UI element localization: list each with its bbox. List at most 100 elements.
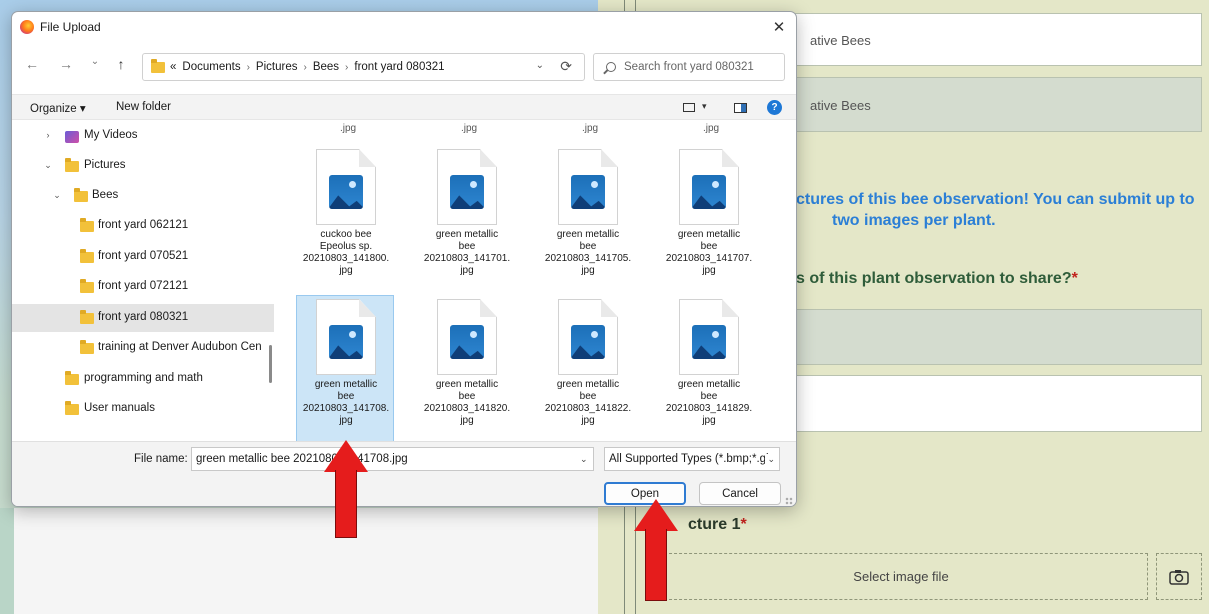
recent-locations-icon[interactable]: ⌄ bbox=[85, 56, 105, 67]
file-name-line: 20210803_141701. bbox=[423, 253, 511, 264]
page-fold-icon bbox=[359, 299, 376, 317]
breadcrumb-bees[interactable]: Bees bbox=[313, 61, 339, 73]
resize-grip-icon[interactable] bbox=[785, 497, 793, 505]
select-image-dropzone[interactable]: Select image file bbox=[654, 553, 1148, 600]
folder-icon bbox=[80, 310, 94, 324]
sidebar-item-training-at-denver-audubon-cen[interactable]: training at Denver Audubon Cen bbox=[12, 334, 274, 362]
folder-icon bbox=[80, 340, 94, 354]
address-row: ← → ⌄ ↑ « Documents › Pictures › Bees › … bbox=[12, 50, 796, 82]
chevron-down-icon[interactable]: ▾ bbox=[702, 101, 707, 112]
page-fold-icon bbox=[359, 149, 376, 167]
sidebar-item-label: front yard 070521 bbox=[98, 250, 189, 262]
file-item[interactable]: green metallic bee 20210803_141820. jpg bbox=[417, 295, 515, 441]
sidebar-item-pictures[interactable]: ⌄ Pictures bbox=[12, 152, 274, 180]
file-item[interactable]: green metallic bee 20210803_141829. jpg bbox=[659, 295, 757, 441]
file-name-input[interactable]: green metallic bee 20210803_141708.jpg bbox=[191, 447, 594, 471]
file-item[interactable]: green metallic bee 20210803_141701. jpg bbox=[417, 145, 515, 295]
search-input[interactable]: Search front yard 080321 bbox=[593, 53, 785, 81]
landscape-picture-icon bbox=[571, 175, 605, 209]
sidebar-item-label: front yard 080321 bbox=[98, 311, 189, 323]
sidebar-item-programming-and-math[interactable]: programming and math bbox=[12, 365, 274, 393]
organize-button[interactable]: Organize ▾ bbox=[30, 101, 86, 115]
picture-label: cture 1* bbox=[688, 516, 747, 534]
plant-field-2[interactable] bbox=[794, 375, 1202, 432]
dialog-titlebar[interactable]: File Upload ✕ bbox=[12, 12, 796, 42]
file-name-line: bee bbox=[700, 391, 718, 402]
sidebar-item-front-yard-062121[interactable]: front yard 062121 bbox=[12, 212, 274, 240]
view-options-icon[interactable] bbox=[683, 103, 695, 112]
landscape-picture-icon bbox=[329, 325, 363, 359]
nav-pane-scrollbar[interactable] bbox=[269, 345, 272, 383]
folder-icon bbox=[65, 401, 79, 415]
arrow-shaft bbox=[335, 470, 357, 538]
address-bar[interactable]: « Documents › Pictures › Bees › front ya… bbox=[142, 53, 585, 81]
up-arrow-icon[interactable]: ↑ bbox=[111, 56, 131, 72]
new-folder-button[interactable]: New folder bbox=[116, 101, 171, 113]
breadcrumb-documents[interactable]: Documents bbox=[182, 61, 240, 73]
file-list-pane: .jpg .jpg .jpg .jpg cuckoo bee Epeolus sp… bbox=[280, 123, 796, 441]
close-icon: ✕ bbox=[772, 19, 786, 36]
help-icon[interactable]: ? bbox=[767, 100, 782, 115]
file-name: green metallic bee 20210803_141705. jpg bbox=[539, 229, 637, 277]
sidebar-item-user-manuals[interactable]: User manuals bbox=[12, 395, 274, 423]
file-name-line: bee bbox=[458, 241, 476, 252]
plant-field-1[interactable] bbox=[794, 309, 1202, 365]
open-button-label: Open bbox=[630, 487, 660, 500]
file-item[interactable]: cuckoo bee Epeolus sp. 20210803_141800. jpg bbox=[296, 145, 394, 295]
file-type-value: All Supported Types (*.bmp;*.gi bbox=[609, 453, 769, 465]
file-item[interactable]: green metallic bee 20210803_141705. jpg bbox=[538, 145, 636, 295]
arrow-head bbox=[634, 499, 678, 531]
file-name-line: jpg bbox=[581, 265, 595, 276]
bee-field-1[interactable]: ative Bees bbox=[794, 13, 1202, 66]
file-label-fragment: .jpg bbox=[582, 123, 599, 134]
file-name-line: green metallic bbox=[314, 379, 378, 390]
sidebar-item-front-yard-080321[interactable]: front yard 080321 bbox=[12, 304, 274, 332]
landscape-picture-icon bbox=[692, 325, 726, 359]
camera-button[interactable] bbox=[1156, 553, 1202, 600]
preview-pane-icon[interactable] bbox=[734, 103, 747, 113]
file-name-line: 20210803_141707. bbox=[665, 253, 753, 264]
sidebar-item-my-videos[interactable]: › My Videos bbox=[12, 122, 274, 150]
sidebar-item-bees[interactable]: ⌄ Bees bbox=[12, 182, 274, 210]
sidebar-item-label: Bees bbox=[92, 189, 119, 201]
cancel-button[interactable]: Cancel bbox=[699, 482, 781, 505]
file-name-line: jpg bbox=[460, 415, 474, 426]
file-item[interactable]: green metallic bee 20210803_141708. jpg bbox=[296, 295, 394, 441]
sidebar-item-label: programming and math bbox=[84, 372, 203, 384]
breadcrumb-overflow[interactable]: « bbox=[170, 61, 176, 73]
folder-icon bbox=[65, 158, 79, 172]
file-item[interactable]: green metallic bee 20210803_141822. jpg bbox=[538, 295, 636, 441]
file-name-line: jpg bbox=[339, 415, 353, 426]
breadcrumb-separator: › bbox=[246, 61, 250, 73]
back-arrow-icon[interactable]: ← bbox=[22, 56, 42, 72]
chevron-down-icon[interactable]: ⌄ bbox=[580, 454, 588, 465]
search-icon bbox=[606, 62, 616, 72]
file-name-line: green metallic bbox=[435, 229, 499, 240]
page-fold-icon bbox=[722, 299, 739, 317]
dialog-footer: File name: green metallic bee 20210803_1… bbox=[12, 441, 796, 506]
refresh-icon[interactable]: ⟳ bbox=[560, 58, 572, 75]
sidebar-item-front-yard-072121[interactable]: front yard 072121 bbox=[12, 273, 274, 301]
close-button[interactable]: ✕ bbox=[762, 12, 796, 42]
file-label-fragment: .jpg bbox=[703, 123, 720, 134]
breadcrumb-pictures[interactable]: Pictures bbox=[256, 61, 298, 73]
bee-field-2[interactable]: ative Bees bbox=[794, 77, 1202, 132]
file-name: green metallic bee 20210803_141822. jpg bbox=[539, 379, 637, 427]
file-name-line: green metallic bbox=[556, 379, 620, 390]
file-name-line: 20210803_141708. bbox=[302, 403, 390, 414]
file-type-select[interactable]: All Supported Types (*.bmp;*.gi ⌄ bbox=[604, 447, 780, 471]
chevron-down-icon[interactable]: ⌄ bbox=[43, 160, 53, 171]
file-name-line: cuckoo bee bbox=[320, 229, 372, 240]
chevron-down-icon[interactable]: ⌄ bbox=[536, 60, 544, 71]
forward-arrow-icon[interactable]: → bbox=[56, 56, 76, 72]
folder-icon bbox=[80, 249, 94, 263]
chevron-down-icon[interactable]: ⌄ bbox=[52, 190, 62, 201]
chevron-right-icon[interactable]: › bbox=[43, 130, 53, 140]
file-name-line: 20210803_141820. bbox=[423, 403, 511, 414]
file-name-line: jpg bbox=[339, 265, 353, 276]
sidebar-item-front-yard-070521[interactable]: front yard 070521 bbox=[12, 243, 274, 271]
picture-label-text: cture 1 bbox=[688, 516, 741, 533]
breadcrumb-current-folder[interactable]: front yard 080321 bbox=[354, 61, 444, 73]
file-name-line: bee bbox=[579, 391, 597, 402]
file-item[interactable]: green metallic bee 20210803_141707. jpg bbox=[659, 145, 757, 295]
